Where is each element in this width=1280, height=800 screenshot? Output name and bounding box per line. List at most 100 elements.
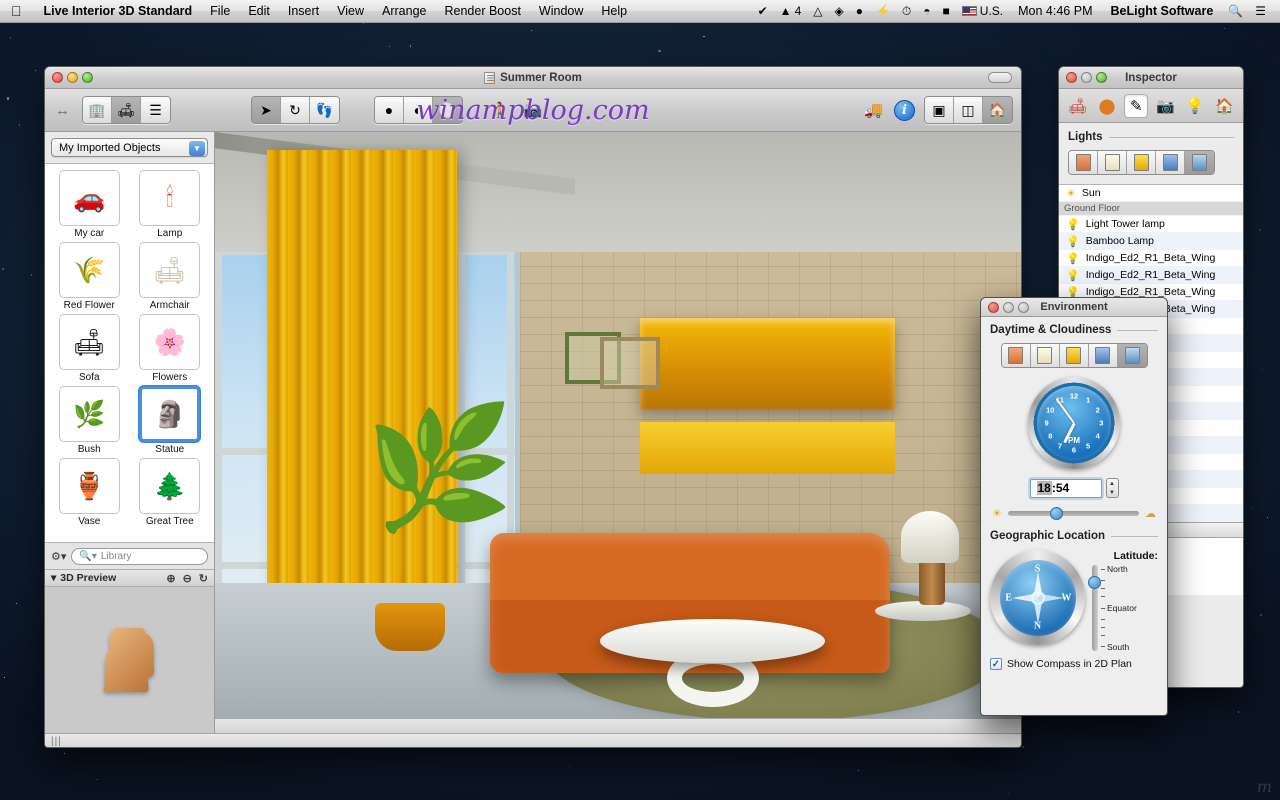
day-mode[interactable] <box>1098 151 1127 174</box>
3d-render-viewport[interactable]: 🌿 <box>215 132 1021 733</box>
stepper-up-icon[interactable]: ▲ <box>1109 481 1115 487</box>
menu-item-view[interactable]: View <box>328 0 373 23</box>
checkmark-badge-icon[interactable]: ✔ <box>752 4 774 18</box>
resize-grip-icon[interactable]: ||| <box>51 736 62 747</box>
stepper-down-icon[interactable]: ▼ <box>1109 490 1115 496</box>
object-tab[interactable]: 🛋 <box>1066 94 1090 118</box>
rotate-tool-icon[interactable]: ↻ <box>281 97 310 123</box>
menu-item-help[interactable]: Help <box>592 0 636 23</box>
menu-item-window[interactable]: Window <box>530 0 592 23</box>
rotate-icon[interactable]: ↻ <box>199 572 208 585</box>
bulb-off-icon[interactable]: 💡 <box>1066 252 1080 265</box>
evernote-icon[interactable]: ● <box>850 4 869 18</box>
site-tab[interactable]: 🏠 <box>1212 94 1236 118</box>
list-item-selected[interactable]: 🗿 Statue <box>130 386 211 455</box>
show-compass-checkbox[interactable]: ✓ <box>990 658 1002 670</box>
measure-tool-icon[interactable]: 👣 <box>310 97 339 123</box>
custom-time-mode[interactable] <box>1117 344 1147 367</box>
inspector-titlebar[interactable]: Inspector <box>1059 67 1243 89</box>
zoom-out-icon[interactable]: ⊖ <box>183 572 192 585</box>
menu-clock[interactable]: Mon 4:46 PM <box>1009 0 1101 23</box>
flat-shading-icon[interactable]: ● <box>375 97 404 123</box>
menu-item-file[interactable]: File <box>201 0 239 23</box>
menu-item-edit[interactable]: Edit <box>239 0 279 23</box>
building-icon[interactable]: 🏢 <box>83 97 112 123</box>
menu-item-insert[interactable]: Insert <box>279 0 328 23</box>
wifi-icon[interactable]: ◓ <box>917 4 936 18</box>
time-stepper[interactable]: ▲ ▼ <box>1105 478 1119 498</box>
list-item[interactable]: 🚗 My car <box>49 170 130 239</box>
input-source-indicator[interactable]: U.S. <box>956 4 1009 18</box>
menu-item-arrange[interactable]: Arrange <box>373 0 435 23</box>
environment-titlebar[interactable]: Environment <box>981 298 1167 317</box>
three-d-view-icon[interactable]: 🏠 <box>983 97 1012 123</box>
list-item[interactable]: 🕯 Lamp <box>130 170 211 239</box>
latitude-slider-knob[interactable] <box>1088 576 1101 590</box>
material-tab[interactable]: ⬤ <box>1095 94 1119 118</box>
list-item[interactable]: 🌾 Red Flower <box>49 242 130 311</box>
collection-popup-button[interactable]: My Imported Objects ▼ <box>51 138 208 157</box>
preview-3d-canvas[interactable]: 🗿 <box>45 587 214 733</box>
edit-tab[interactable]: ✎ <box>1124 93 1149 118</box>
evening-mode[interactable] <box>1127 151 1156 174</box>
evening-mode[interactable] <box>1059 344 1089 367</box>
resize-arrows-icon[interactable]: ↔ <box>53 102 72 119</box>
bulb-on-icon[interactable]: 💡 <box>1066 218 1080 231</box>
zoom-in-icon[interactable]: ⊕ <box>166 572 175 585</box>
compass-rose[interactable]: N E S W <box>990 550 1085 645</box>
gear-icon[interactable]: ⚙▾ <box>51 550 66 563</box>
export-truck-icon[interactable]: 🚚 <box>862 101 885 119</box>
list-item[interactable]: 🌸 Flowers <box>130 314 211 383</box>
plan-view-icon[interactable]: ▣ <box>925 97 954 123</box>
list-item[interactable]: 💡 Indigo_Ed2_R1_Beta_Wing <box>1059 250 1243 267</box>
window-titlebar[interactable]: Summer Room <box>45 67 1021 89</box>
night-mode[interactable] <box>1156 151 1185 174</box>
sunset-mode[interactable] <box>1069 151 1098 174</box>
time-input[interactable]: 18:54 <box>1029 478 1102 498</box>
list-item[interactable]: 🏺 Vase <box>49 458 130 527</box>
custom-time-mode[interactable] <box>1185 151 1214 174</box>
clock-history-icon[interactable]: ⏱ <box>896 4 917 19</box>
flash-icon[interactable]: ⚡ <box>869 4 896 18</box>
list-item[interactable]: 💡 Light Tower lamp <box>1059 216 1243 233</box>
light-tab[interactable]: 💡 <box>1183 94 1207 118</box>
adobe-icon[interactable]: ▲ 4 <box>774 4 808 18</box>
toolbar-toggle-button[interactable] <box>988 72 1012 83</box>
bulb-off-icon[interactable]: 💡 <box>1066 235 1080 248</box>
menu-item-render-boost[interactable]: Render Boost <box>435 0 529 23</box>
menu-app-name[interactable]: Live Interior 3D Standard <box>35 0 202 23</box>
list-item[interactable]: 🌿 Bush <box>49 386 130 455</box>
pointer-tool-icon[interactable]: ➤ <box>252 97 281 123</box>
night-mode[interactable] <box>1088 344 1118 367</box>
search-input[interactable]: 🔍▾ Library <box>71 547 208 565</box>
furniture-icon[interactable]: 🛋 <box>112 97 141 123</box>
list-item[interactable]: 🛋 Sofa <box>49 314 130 383</box>
list-item[interactable]: ☀ Sun <box>1059 185 1243 202</box>
list-icon[interactable]: ☰ <box>1249 4 1272 18</box>
google-drive-icon[interactable]: △ <box>807 4 828 18</box>
list-item[interactable]: 🌲 Great Tree <box>130 458 211 527</box>
info-icon[interactable]: i <box>894 99 915 121</box>
tree-group-header[interactable]: Ground Floor <box>1059 202 1243 216</box>
coffee-table[interactable] <box>600 619 825 663</box>
triangle-down-icon[interactable]: ▾ <box>51 572 56 584</box>
list-item[interactable]: 💡 Indigo_Ed2_R1_Beta_Wing <box>1059 267 1243 284</box>
show-compass-checkbox-row[interactable]: ✓ Show Compass in 2D Plan <box>990 658 1158 670</box>
battery-icon[interactable]: ■ <box>937 4 956 18</box>
analog-clock[interactable]: 12 1 2 3 4 5 6 7 8 9 10 11 PM <box>1028 377 1120 469</box>
cloudiness-slider[interactable] <box>1007 507 1139 520</box>
list-view-icon[interactable]: ☰ <box>141 97 170 123</box>
viewport-horizontal-scrollbar[interactable] <box>215 718 1021 733</box>
camera-tab[interactable]: 📷 <box>1154 94 1178 118</box>
apple-icon[interactable]:  <box>11 4 22 18</box>
search-icon[interactable]: 🔍 <box>1222 4 1249 18</box>
latitude-slider[interactable] <box>1088 565 1101 651</box>
day-mode[interactable] <box>1030 344 1060 367</box>
split-view-icon[interactable]: ◫ <box>954 97 983 123</box>
list-item[interactable]: 🛋 Armchair <box>130 242 211 311</box>
sunset-mode[interactable] <box>1001 344 1031 367</box>
menu-user-name[interactable]: BeLight Software <box>1101 0 1222 23</box>
bulb-off-icon[interactable]: 💡 <box>1066 269 1080 282</box>
cloudiness-slider-knob[interactable] <box>1049 507 1063 520</box>
list-item[interactable]: 💡 Bamboo Lamp <box>1059 233 1243 250</box>
